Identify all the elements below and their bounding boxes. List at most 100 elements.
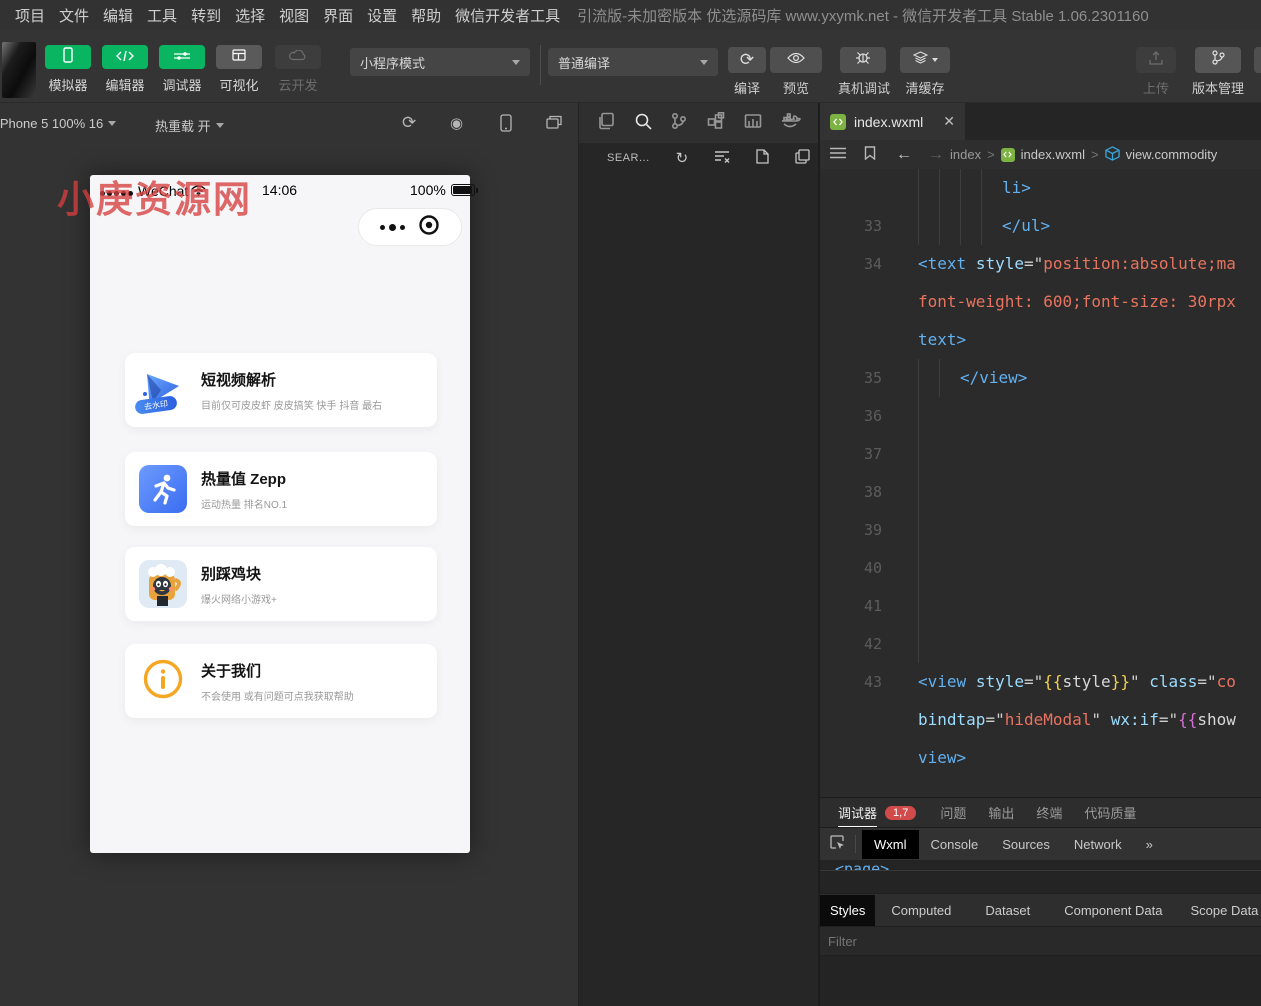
- menu-item-devtools[interactable]: 微信开发者工具: [448, 5, 567, 26]
- wxml-dom-view[interactable]: <page>: [820, 860, 1261, 870]
- npm-icon[interactable]: [744, 112, 762, 135]
- mode-select[interactable]: 小程序模式: [350, 48, 530, 76]
- compile-label: 编译: [728, 78, 766, 97]
- simulator-header: iPhone 5 100% 16 热重载 开 ⟳ ◉: [0, 103, 578, 145]
- menu-item-project[interactable]: 项目: [8, 5, 52, 26]
- battery-status: 100%: [410, 182, 475, 198]
- compile-mode-select[interactable]: 普通编译: [548, 48, 718, 76]
- avatar[interactable]: [2, 42, 36, 98]
- files-icon[interactable]: [597, 112, 615, 135]
- debugger-toggle-button[interactable]: 调试器: [159, 45, 205, 94]
- exit-target-icon[interactable]: [418, 214, 440, 241]
- code-line: bindtap="hideModal" wx:if="{{show: [820, 701, 1261, 739]
- outline-icon[interactable]: [830, 147, 846, 162]
- device-select[interactable]: iPhone 5 100% 16: [0, 116, 116, 131]
- rotate-icon[interactable]: ⟳: [402, 113, 416, 133]
- close-icon[interactable]: ✕: [943, 113, 955, 130]
- more-dots-icon[interactable]: [380, 224, 405, 231]
- phone-icon: [63, 47, 73, 68]
- tab-terminal[interactable]: 终端: [1036, 803, 1062, 822]
- menu-item-edit[interactable]: 编辑: [96, 5, 140, 26]
- clear-results-icon[interactable]: [714, 150, 730, 167]
- battery-icon: [451, 184, 475, 196]
- menu-item-view[interactable]: 视图: [272, 5, 316, 26]
- list-item-zepp[interactable]: 热量值 Zepp 运动热量 排名NO.1: [125, 452, 437, 526]
- new-search-icon[interactable]: [756, 149, 769, 168]
- tab-computed[interactable]: Computed: [881, 895, 961, 926]
- wxml-file-icon: [1001, 148, 1015, 162]
- clear-cache-label: 清缓存: [902, 78, 948, 97]
- tab-code-quality[interactable]: 代码质量: [1084, 803, 1136, 822]
- visualizer-toggle-button[interactable]: 可视化: [216, 45, 262, 94]
- menu-item-interface[interactable]: 界面: [316, 5, 360, 26]
- menu-item-tools[interactable]: 工具: [140, 5, 184, 26]
- back-arrow-icon[interactable]: ←: [896, 146, 912, 164]
- watermark: 小庚资源网: [57, 169, 252, 223]
- remote-debug-button[interactable]: [840, 47, 886, 73]
- menu-item-help[interactable]: 帮助: [404, 5, 448, 26]
- tab-component-data[interactable]: Component Data: [1054, 895, 1172, 926]
- card-subtitle: 目前仅可皮皮虾 皮皮搞笑 快手 抖音 最右: [201, 397, 382, 412]
- code-line: 42: [820, 625, 1261, 663]
- extensions-icon[interactable]: [707, 112, 725, 135]
- cloud-dev-button[interactable]: 云开发: [275, 45, 321, 94]
- tab-debugger[interactable]: 调试器: [838, 803, 877, 828]
- more-tabs-chevron[interactable]: »: [1134, 830, 1165, 859]
- preview-button[interactable]: [770, 47, 822, 73]
- version-control-button[interactable]: [1195, 47, 1241, 73]
- inspect-element-icon[interactable]: [830, 835, 845, 853]
- list-item-about[interactable]: 关于我们 不会使用 或有问题可点我获取帮助: [125, 644, 437, 718]
- compile-button[interactable]: ⟳: [728, 47, 766, 73]
- list-item-chicken-game[interactable]: 别踩鸡块 爆火网络小游戏+: [125, 547, 437, 621]
- record-icon[interactable]: ◉: [450, 114, 463, 132]
- collapse-all-icon[interactable]: [795, 149, 810, 168]
- code-line: text>: [820, 321, 1261, 359]
- forward-arrow-icon[interactable]: →: [928, 146, 944, 164]
- multi-window-icon[interactable]: [546, 115, 562, 132]
- menu-bar: 项目 文件 编辑 工具 转到 选择 视图 界面 设置 帮助 微信开发者工具 引流…: [0, 0, 1261, 30]
- tab-network[interactable]: Network: [1062, 830, 1134, 859]
- more-toolbar-button[interactable]: [1254, 47, 1261, 73]
- refresh-icon[interactable]: ↻: [676, 149, 689, 167]
- component-cube-icon: [1105, 146, 1120, 164]
- code-line: li>: [820, 169, 1261, 207]
- upload-button[interactable]: [1136, 47, 1176, 73]
- clear-cache-button[interactable]: [900, 47, 950, 73]
- wechat-devtools-window: 项目 文件 编辑 工具 转到 选择 视图 界面 设置 帮助 微信开发者工具 引流…: [0, 0, 1261, 1006]
- tab-scope-data[interactable]: Scope Data: [1180, 895, 1261, 926]
- bookmark-icon[interactable]: [864, 146, 876, 163]
- tab-sources[interactable]: Sources: [990, 830, 1062, 859]
- docker-icon[interactable]: [781, 113, 801, 134]
- code-line: 43<view style="{{style}}" class="co: [820, 663, 1261, 701]
- breadcrumb-item-index[interactable]: index: [950, 147, 981, 162]
- devtools-tab-bar: Wxml Console Sources Network »: [820, 827, 1261, 860]
- capsule-menu[interactable]: [358, 208, 462, 246]
- menu-item-select[interactable]: 选择: [228, 5, 272, 26]
- filter-input[interactable]: [828, 934, 1028, 949]
- tab-output[interactable]: 输出: [988, 803, 1014, 822]
- layout-icon: [232, 48, 246, 66]
- breadcrumb-item-file[interactable]: index.wxml: [1021, 147, 1085, 162]
- code-area[interactable]: li> 33</ul> 34<text style="position:abso…: [820, 169, 1261, 900]
- tab-console[interactable]: Console: [919, 830, 991, 859]
- menu-item-file[interactable]: 文件: [52, 5, 96, 26]
- dom-node-page[interactable]: <page>: [835, 860, 1261, 870]
- code-line: 37: [820, 435, 1261, 473]
- breadcrumb-item-node[interactable]: view.commodity: [1126, 147, 1218, 162]
- menu-item-goto[interactable]: 转到: [184, 5, 228, 26]
- hot-reload-toggle[interactable]: 热重载 开: [155, 116, 224, 135]
- code-icon: [116, 48, 134, 66]
- tab-index-wxml[interactable]: index.wxml ✕: [820, 103, 965, 140]
- source-control-icon[interactable]: [671, 112, 687, 135]
- tab-dataset[interactable]: Dataset: [975, 895, 1040, 926]
- editor-toggle-button[interactable]: 编辑器: [102, 45, 148, 94]
- search-icon[interactable]: [634, 112, 652, 135]
- tab-styles[interactable]: Styles: [820, 895, 875, 926]
- error-count-badge: 1,7: [885, 806, 916, 820]
- tab-problems[interactable]: 问题: [940, 803, 966, 822]
- list-item-video-parse[interactable]: 去水印 短视频解析 目前仅可皮皮虾 皮皮搞笑 快手 抖音 最右: [125, 353, 437, 427]
- menu-item-settings[interactable]: 设置: [360, 5, 404, 26]
- tab-wxml[interactable]: Wxml: [862, 830, 919, 859]
- phone-frame-icon[interactable]: [500, 114, 512, 135]
- simulator-toggle-button[interactable]: 模拟器: [45, 45, 91, 94]
